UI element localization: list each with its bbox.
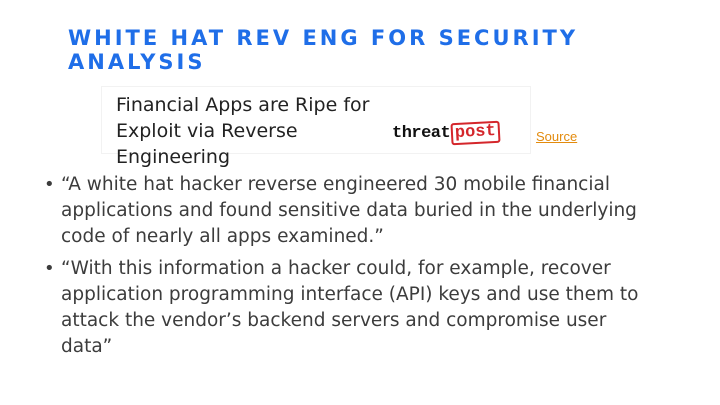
- bullet-icon: •: [44, 258, 55, 279]
- article-headline-image: Financial Apps are Ripe for Exploit via …: [102, 87, 530, 168]
- bullet-text: “A white hat hacker reverse engineered 3…: [61, 174, 637, 247]
- logo-post-text: post: [450, 120, 501, 146]
- bullet-item: • “With this information a hacker could,…: [44, 256, 644, 360]
- logo-threat-text: threat: [392, 123, 451, 143]
- bullet-list: • “A white hat hacker reverse engineered…: [44, 172, 644, 366]
- bullet-item: • “A white hat hacker reverse engineered…: [44, 172, 644, 250]
- bullet-icon: •: [44, 174, 55, 195]
- bullet-text: “With this information a hacker could, f…: [61, 258, 639, 357]
- slide: WHITE HAT REV ENG FOR SECURITY ANALYSIS …: [0, 0, 720, 405]
- source-link[interactable]: Source: [536, 129, 577, 144]
- article-headline-text: Financial Apps are Ripe for Exploit via …: [116, 94, 370, 168]
- threatpost-logo: threat post: [392, 120, 508, 146]
- slide-title: WHITE HAT REV ENG FOR SECURITY ANALYSIS: [68, 26, 579, 74]
